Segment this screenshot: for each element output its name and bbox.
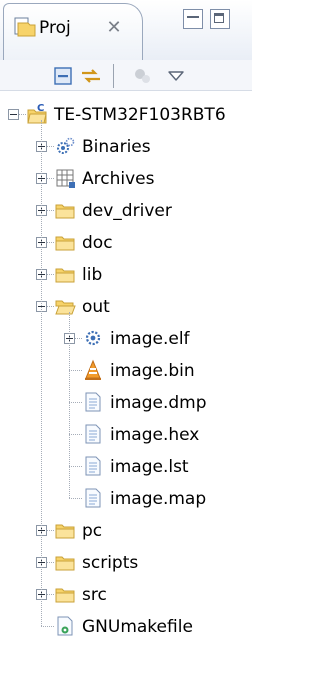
tree-item-label: lib	[82, 265, 103, 285]
tree-connector	[47, 146, 54, 147]
tree-item-label: pc	[82, 521, 103, 541]
tree-item-label: scripts	[82, 553, 139, 573]
tree-item-pc[interactable]: pc	[0, 514, 252, 546]
tree-connector	[47, 274, 54, 275]
tree-item-binaries[interactable]: Binaries	[0, 130, 252, 162]
makefile-icon	[57, 616, 73, 636]
folder-icon	[55, 236, 75, 251]
folder-icon	[55, 204, 75, 219]
tree-connector	[47, 242, 54, 243]
tree-connector	[75, 338, 82, 339]
tree-item-label: doc	[82, 233, 113, 253]
binary-file-icon	[85, 330, 101, 346]
project-tree[interactable]: C TE-STM32F103RBT6 Binaries Archives dev_…	[0, 90, 252, 682]
svg-text:C: C	[37, 103, 44, 114]
tree-connector	[41, 120, 42, 626]
tree-item-file[interactable]: image.bin	[0, 354, 252, 386]
minimize-button[interactable]	[183, 9, 203, 29]
tree-connector	[69, 434, 82, 435]
tree-connector	[69, 402, 82, 403]
tree-item-project[interactable]: C TE-STM32F103RBT6	[0, 98, 252, 130]
tree-item-dev_driver[interactable]: dev_driver	[0, 194, 252, 226]
project-explorer-icon	[14, 17, 36, 37]
toolbar-separator	[113, 64, 114, 88]
view-tab-bar: Proj ✕	[0, 0, 252, 61]
tree-item-file[interactable]: image.elf	[0, 322, 252, 354]
tree-item-gnumakefile[interactable]: GNUmakefile	[0, 610, 252, 642]
tree-connector	[47, 594, 54, 595]
text-file-icon	[85, 424, 101, 444]
folder-open-icon	[55, 300, 76, 315]
text-file-icon	[85, 488, 101, 508]
tab-project-explorer[interactable]: Proj ✕	[3, 3, 143, 61]
cone-file-icon	[85, 359, 101, 380]
tree-item-doc[interactable]: doc	[0, 226, 252, 258]
tree-item-file[interactable]: image.dmp	[0, 386, 252, 418]
tree-item-out[interactable]: out	[0, 290, 252, 322]
tree-connector	[47, 530, 54, 531]
tree-item-label: image.hex	[110, 425, 200, 445]
tree-connector	[47, 306, 54, 307]
tree-item-lib[interactable]: lib	[0, 258, 252, 290]
folder-icon	[55, 588, 75, 603]
tree-item-file[interactable]: image.map	[0, 482, 252, 514]
tree-item-label: Archives	[82, 169, 155, 189]
tree-item-label: image.map	[110, 489, 207, 509]
tab-label: Proj	[39, 18, 71, 38]
tree-item-label: image.elf	[110, 329, 190, 349]
link-with-editor-icon[interactable]	[79, 64, 103, 88]
tree-item-archives[interactable]: Archives	[0, 162, 252, 194]
folder-icon	[55, 268, 75, 283]
tree-connector	[47, 178, 54, 179]
tree-item-label: out	[82, 297, 110, 317]
collapse-toggle[interactable]	[8, 109, 19, 120]
tree-connector	[41, 626, 54, 627]
tree-item-label: dev_driver	[82, 201, 172, 221]
c-project-folder-icon: C	[27, 103, 47, 124]
tree-connector	[19, 114, 26, 115]
archives-icon	[56, 169, 75, 188]
tree-item-src[interactable]: src	[0, 578, 252, 610]
tree-item-label: TE-STM32F103RBT6	[54, 105, 226, 125]
maximize-button[interactable]	[210, 9, 230, 29]
tree-item-label: image.dmp	[110, 393, 207, 413]
tree-connector	[69, 370, 82, 371]
close-icon[interactable]: ✕	[103, 16, 125, 38]
tree-item-label: image.bin	[110, 361, 195, 381]
folder-icon	[55, 524, 75, 539]
tree-connector	[69, 498, 82, 499]
tree-item-file[interactable]: image.lst	[0, 450, 252, 482]
collapse-all-icon[interactable]	[51, 64, 75, 88]
tree-item-label: GNUmakefile	[82, 617, 193, 637]
chevron-down-icon[interactable]	[164, 64, 188, 88]
project-explorer-view: Proj ✕ C TE-STM32F103RBT6 Binaries Archi…	[0, 0, 252, 682]
tree-item-scripts[interactable]: scripts	[0, 546, 252, 578]
tree-item-label: image.lst	[110, 457, 189, 477]
tree-connector	[47, 210, 54, 211]
tree-item-file[interactable]: image.hex	[0, 418, 252, 450]
tree-connector	[69, 466, 82, 467]
text-file-icon	[85, 392, 101, 412]
tree-connector	[69, 312, 70, 498]
binaries-icon	[57, 137, 75, 154]
tree-item-label: Binaries	[82, 137, 151, 157]
folder-icon	[55, 556, 75, 571]
view-toolbar	[0, 60, 252, 91]
text-file-icon	[85, 456, 101, 476]
tree-connector	[47, 562, 54, 563]
tree-item-label: src	[82, 585, 107, 605]
filter-icon[interactable]	[131, 64, 155, 88]
